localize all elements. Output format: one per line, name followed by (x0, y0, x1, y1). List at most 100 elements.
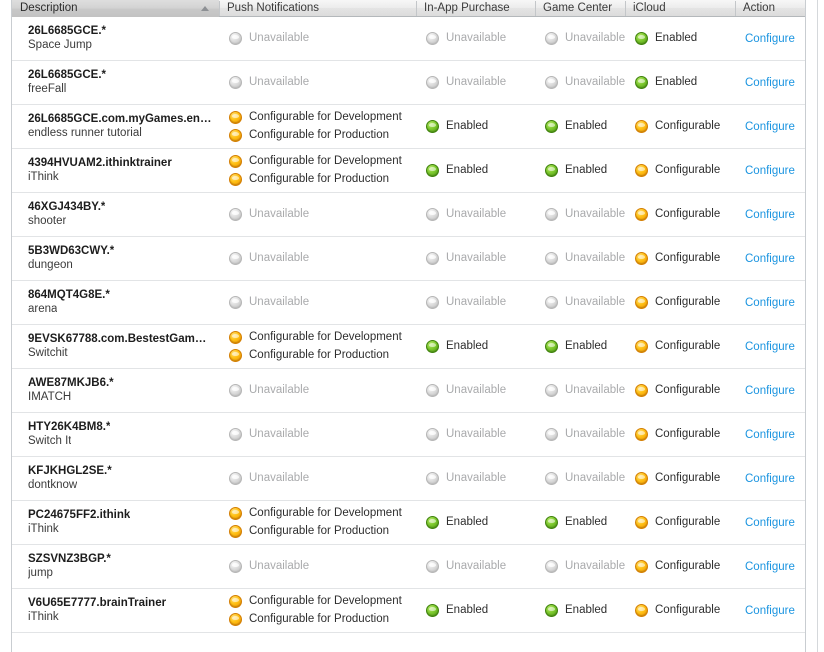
app-id-prefix: KFJKHGL2SE.* (28, 465, 112, 477)
table-row[interactable]: 4394HVUAM2.ithinktrainer iThink Configurab… (12, 149, 805, 193)
status-stack: Configurable for Development Configurable… (229, 331, 402, 362)
cell-icloud: Configurable (625, 545, 735, 589)
app-id-name: jump (28, 567, 53, 579)
cell-game-center: Unavailable (535, 413, 625, 457)
table-row[interactable]: 26L6685GCE.* Space Jump Unavailable Unavail… (12, 17, 805, 61)
status-label: Enabled (655, 76, 698, 88)
cell-action: Configure (735, 545, 805, 589)
cell-game-center: Unavailable (535, 237, 625, 281)
table-row[interactable]: 9EVSK67788.com.BestestGam… Switchit Config… (12, 325, 805, 369)
status-gray-orb-icon (426, 472, 439, 485)
configure-link[interactable]: Configure (745, 208, 795, 222)
configure-link[interactable]: Configure (745, 604, 795, 618)
configure-link[interactable]: Configure (745, 472, 795, 486)
status-line: Enabled (545, 604, 607, 617)
status-gray-orb-icon (545, 428, 558, 441)
status-stack: Configurable (635, 120, 720, 133)
app-id-prefix: 26L6685GCE.* (28, 25, 106, 37)
status-green-orb-icon (545, 164, 558, 177)
app-id-name: IMATCH (28, 391, 72, 403)
status-line: Configurable for Production (229, 129, 402, 142)
table-row[interactable]: PC24675FF2.ithink iThink Configurable for … (12, 501, 805, 545)
cell-in-app-purchase: Unavailable (416, 237, 535, 281)
table-row[interactable]: 46XGJ434BY.* shooter Unavailable Unavailabl… (12, 193, 805, 237)
table-row[interactable]: 26L6685GCE.* freeFall Unavailable Unavailab… (12, 61, 805, 105)
status-stack: Unavailable (545, 472, 625, 485)
configure-link[interactable]: Configure (745, 560, 795, 574)
status-label: Enabled (446, 516, 489, 528)
status-stack: Unavailable (426, 76, 506, 89)
configure-link[interactable]: Configure (745, 384, 795, 398)
table-row[interactable]: 26L6685GCE.com.myGames.en… endless runner… (12, 105, 805, 149)
configure-link[interactable]: Configure (745, 516, 795, 530)
cell-push-notifications: Unavailable (219, 545, 416, 589)
status-stack: Configurable (635, 340, 720, 353)
cell-icloud: Configurable (625, 501, 735, 545)
status-stack: Unavailable (229, 296, 309, 309)
column-header-in-app-purchase[interactable]: In-App Purchase (416, 0, 535, 17)
status-stack: Unavailable (426, 560, 506, 573)
column-header-icloud[interactable]: iCloud (625, 0, 735, 17)
status-stack: Configurable (635, 384, 720, 397)
app-id-name: freeFall (28, 83, 67, 95)
table-row[interactable]: HTY26K4BM8.* Switch It Unavailable Unavaila… (12, 413, 805, 457)
table-row[interactable]: KFJKHGL2SE.* dontknow Unavailable Unavailab… (12, 457, 805, 501)
configure-link[interactable]: Configure (745, 296, 795, 310)
status-amber-orb-icon (229, 507, 242, 520)
status-line: Unavailable (545, 76, 625, 89)
cell-push-notifications: Unavailable (219, 193, 416, 237)
status-line: Unavailable (426, 252, 506, 265)
status-stack: Unavailable (229, 76, 309, 89)
configure-link[interactable]: Configure (745, 76, 795, 90)
status-stack: Enabled (545, 164, 607, 177)
table-row[interactable]: SZSVNZ3BGP.* jump Unavailable Unavailable Un… (12, 545, 805, 589)
status-label: Configurable for Production (249, 525, 389, 537)
cell-action: Configure (735, 149, 805, 193)
column-header-game-center[interactable]: Game Center (535, 0, 625, 17)
status-gray-orb-icon (426, 296, 439, 309)
status-line: Enabled (545, 164, 607, 177)
status-gray-orb-icon (229, 296, 242, 309)
status-line: Unavailable (229, 428, 309, 441)
cell-game-center: Unavailable (535, 193, 625, 237)
table-row[interactable]: AWE87MKJB6.* IMATCH Unavailable Unavailable… (12, 369, 805, 413)
configure-link[interactable]: Configure (745, 428, 795, 442)
table-row[interactable]: 864MQT4G8E.* arena Unavailable Unavailable U… (12, 281, 805, 325)
cell-push-notifications: Configurable for Development Configurable… (219, 325, 416, 369)
status-green-orb-icon (426, 516, 439, 529)
status-gray-orb-icon (229, 252, 242, 265)
configure-link[interactable]: Configure (745, 340, 795, 354)
status-stack: Enabled (545, 604, 607, 617)
cell-game-center: Unavailable (535, 61, 625, 105)
status-label: Configurable for Production (249, 349, 389, 361)
status-amber-orb-icon (229, 173, 242, 186)
status-line: Enabled (426, 120, 488, 133)
status-amber-orb-icon (635, 120, 648, 133)
status-stack: Unavailable (229, 428, 309, 441)
configure-link[interactable]: Configure (745, 252, 795, 266)
configure-link[interactable]: Configure (745, 164, 795, 178)
table-row[interactable]: 5B3WD63CWY.* dungeon Unavailable Unavailabl… (12, 237, 805, 281)
status-label: Unavailable (249, 384, 310, 396)
cell-action: Configure (735, 325, 805, 369)
app-id-name: endless runner tutorial (28, 127, 142, 139)
cell-in-app-purchase: Enabled (416, 325, 535, 369)
status-label: Unavailable (249, 472, 310, 484)
column-header-action[interactable]: Action (735, 0, 805, 17)
configure-link[interactable]: Configure (745, 120, 795, 134)
cell-in-app-purchase: Enabled (416, 589, 535, 633)
status-line: Enabled (426, 516, 488, 529)
status-line: Configurable (635, 120, 720, 133)
app-id-prefix: 46XGJ434BY.* (28, 201, 106, 213)
status-line: Configurable (635, 164, 720, 177)
status-line: Configurable for Production (229, 349, 402, 362)
configure-link[interactable]: Configure (745, 32, 795, 46)
column-header-push-notifications[interactable]: Push Notifications (219, 0, 416, 17)
cell-description: 5B3WD63CWY.* dungeon (12, 237, 219, 281)
table-row[interactable]: V6U65E7777.brainTrainer iThink Configurabl… (12, 589, 805, 633)
status-label: Unavailable (249, 32, 310, 44)
status-green-orb-icon (426, 120, 439, 133)
status-label: Configurable (655, 164, 721, 176)
cell-action: Configure (735, 413, 805, 457)
column-header-description[interactable]: Description (12, 0, 219, 17)
